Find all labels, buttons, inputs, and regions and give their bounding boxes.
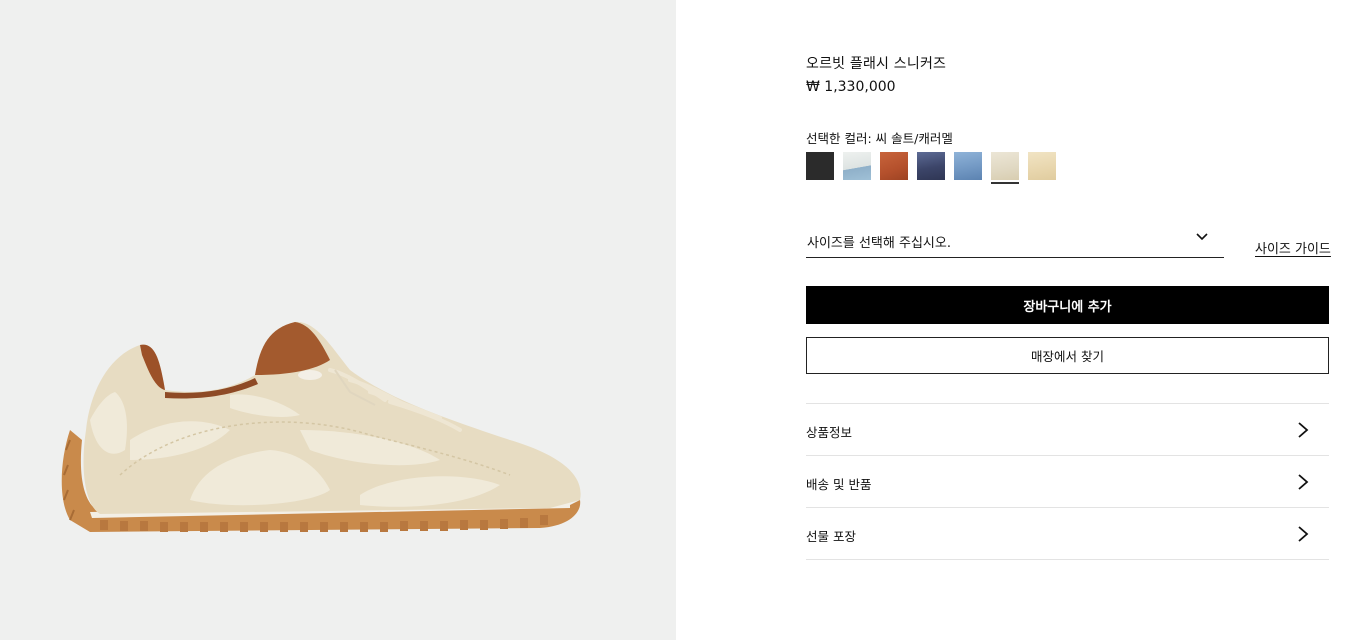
swatch-sea-salt-caramel-chip[interactable] xyxy=(991,152,1019,180)
sneaker-product-image xyxy=(61,321,581,532)
selected-swatch-indicator xyxy=(991,182,1019,184)
accordion-item-gift-wrap[interactable]: 선물 포장 xyxy=(806,508,1329,560)
product-gallery xyxy=(0,0,676,640)
selected-color-label: 선택한 컬러: 씨 솔트/캐러멜 xyxy=(806,131,953,146)
swatch-sky-blue[interactable] xyxy=(954,152,982,185)
swatch-black[interactable] xyxy=(806,152,834,185)
product-accordion: 상품정보 배송 및 반품 선물 포장 xyxy=(806,403,1329,560)
find-in-store-button[interactable]: 매장에서 찾기 xyxy=(806,337,1329,374)
size-select-dropdown[interactable]: 사이즈를 선택해 주십시오. xyxy=(806,226,1224,258)
accordion-item-shipping-returns[interactable]: 배송 및 반품 xyxy=(806,456,1329,508)
product-title: 오르빗 플래시 스니커즈 xyxy=(806,56,947,72)
product-price: ₩ 1,330,000 xyxy=(806,79,896,95)
swatch-rust-chip[interactable] xyxy=(880,152,908,180)
add-to-cart-button[interactable]: 장바구니에 추가 xyxy=(806,286,1329,324)
swatch-sky-blue-chip[interactable] xyxy=(954,152,982,180)
color-swatch-list xyxy=(806,152,1056,185)
accordion-item-product-info[interactable]: 상품정보 xyxy=(806,404,1329,456)
size-select-placeholder: 사이즈를 선택해 주십시오. xyxy=(807,236,951,251)
chevron-right-icon xyxy=(1298,474,1309,490)
swatch-sea-salt-caramel[interactable] xyxy=(991,152,1019,185)
accordion-item-label: 선물 포장 xyxy=(806,529,856,544)
swatch-sand-chip[interactable] xyxy=(1028,152,1056,180)
swatch-sand[interactable] xyxy=(1028,152,1056,185)
swatch-light-blue[interactable] xyxy=(843,152,871,185)
size-guide-link[interactable]: 사이즈 가이드 xyxy=(1255,238,1331,257)
chevron-down-icon xyxy=(1196,233,1208,241)
accordion-item-label: 상품정보 xyxy=(806,425,853,440)
swatch-light-blue-chip[interactable] xyxy=(843,152,871,180)
chevron-right-icon xyxy=(1298,422,1309,438)
chevron-right-icon xyxy=(1298,526,1309,542)
swatch-navy-chip[interactable] xyxy=(917,152,945,180)
accordion-item-label: 배송 및 반품 xyxy=(806,477,872,492)
swatch-navy[interactable] xyxy=(917,152,945,185)
swatch-black-chip[interactable] xyxy=(806,152,834,180)
swatch-rust[interactable] xyxy=(880,152,908,185)
